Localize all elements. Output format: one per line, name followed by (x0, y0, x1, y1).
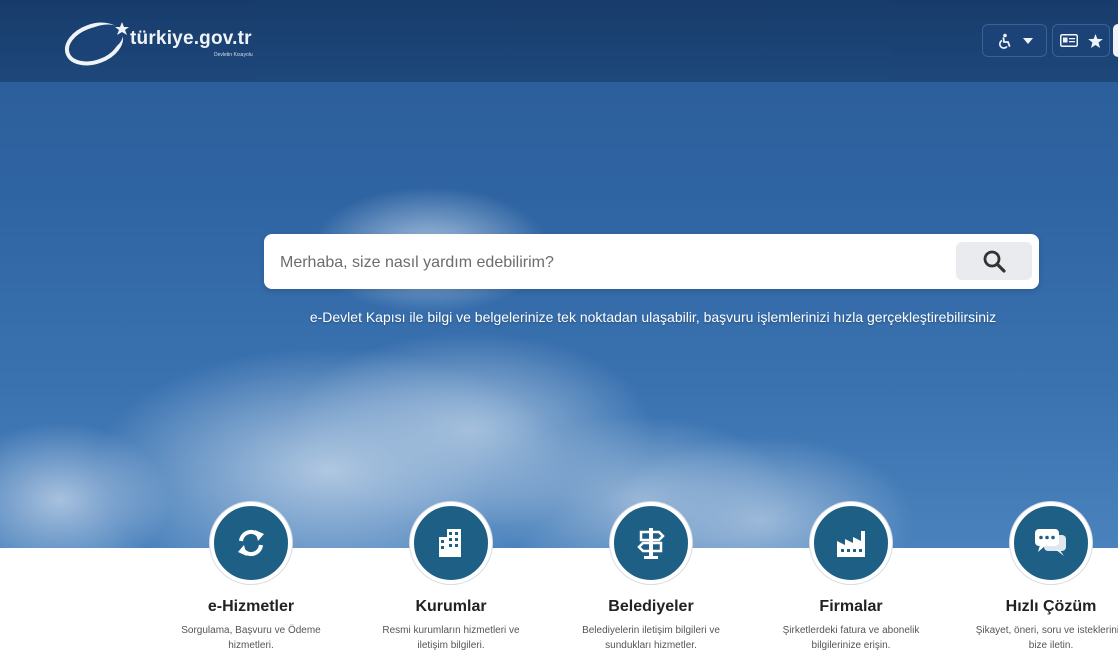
category-title: Hızlı Çözüm (1005, 598, 1097, 615)
category-title: Firmalar (819, 598, 883, 615)
accessibility-menu-button[interactable] (982, 24, 1047, 57)
search-bar (264, 234, 1039, 291)
crescent-star-logo-icon (64, 22, 129, 66)
category-icon-circle (210, 502, 292, 584)
brand-name: türkiye.gov.tr (130, 28, 252, 49)
category-description: Sorgulama, Başvuru ve Ödeme hizmetleri. (181, 625, 321, 651)
category-description: Şirketlerdeki fatura ve abonelik bilgile… (782, 625, 920, 651)
wheelchair-icon (998, 33, 1010, 49)
category-icon-circle (410, 502, 492, 584)
category-icon-circle (810, 502, 892, 584)
category-title: Kurumlar (415, 598, 487, 615)
category-icon-circle (610, 502, 692, 584)
category-description: Belediyelerin iletişim bilgileri ve sund… (582, 625, 720, 651)
category-icon-circle (1010, 502, 1092, 584)
search-button[interactable] (956, 242, 1032, 280)
partial-menu-button[interactable] (1113, 24, 1118, 57)
star-icon (1087, 33, 1103, 48)
refresh-icon (238, 529, 264, 557)
category-belediyeler[interactable]: Belediyeler Belediyelerin iletişim bilgi… (551, 502, 751, 653)
category-hizli-cozum[interactable]: Hızlı Çözüm Şikayet, öneri, soru ve iste… (951, 502, 1118, 653)
category-description: Şikayet, öneri, soru ve isteklerinizi bi… (975, 625, 1118, 651)
category-kurumlar[interactable]: Kurumlar Resmi kurumların hizmetleri ve … (351, 502, 551, 653)
id-card-icon (1059, 34, 1078, 47)
category-title: Belediyeler (608, 598, 694, 615)
hero-tagline: e-Devlet Kapısı ile bilgi ve belgelerini… (309, 309, 997, 325)
search-input[interactable] (278, 234, 942, 291)
site-logo[interactable]: türkiye.gov.tr Devletin Kısayolu (64, 16, 274, 68)
caret-down-icon (1022, 37, 1033, 44)
category-title: e-Hizmetler (207, 598, 295, 615)
signpost-icon (637, 528, 665, 559)
category-firmalar[interactable]: Firmalar Şirketlerdeki fatura ve aboneli… (751, 502, 951, 653)
building-icon (439, 529, 461, 557)
brand-slogan: Devletin Kısayolu (214, 52, 253, 58)
chat-icon (1035, 529, 1066, 556)
top-navigation-bar: türkiye.gov.tr Devletin Kısayolu (0, 0, 1118, 82)
search-icon (983, 250, 1006, 273)
category-e-hizmetler[interactable]: e-Hizmetler Sorgulama, Başvuru ve Ödeme … (151, 502, 351, 653)
login-favorites-button[interactable] (1052, 24, 1110, 57)
factory-icon (837, 531, 865, 557)
category-description: Resmi kurumların hizmetleri ve iletişim … (382, 625, 520, 651)
